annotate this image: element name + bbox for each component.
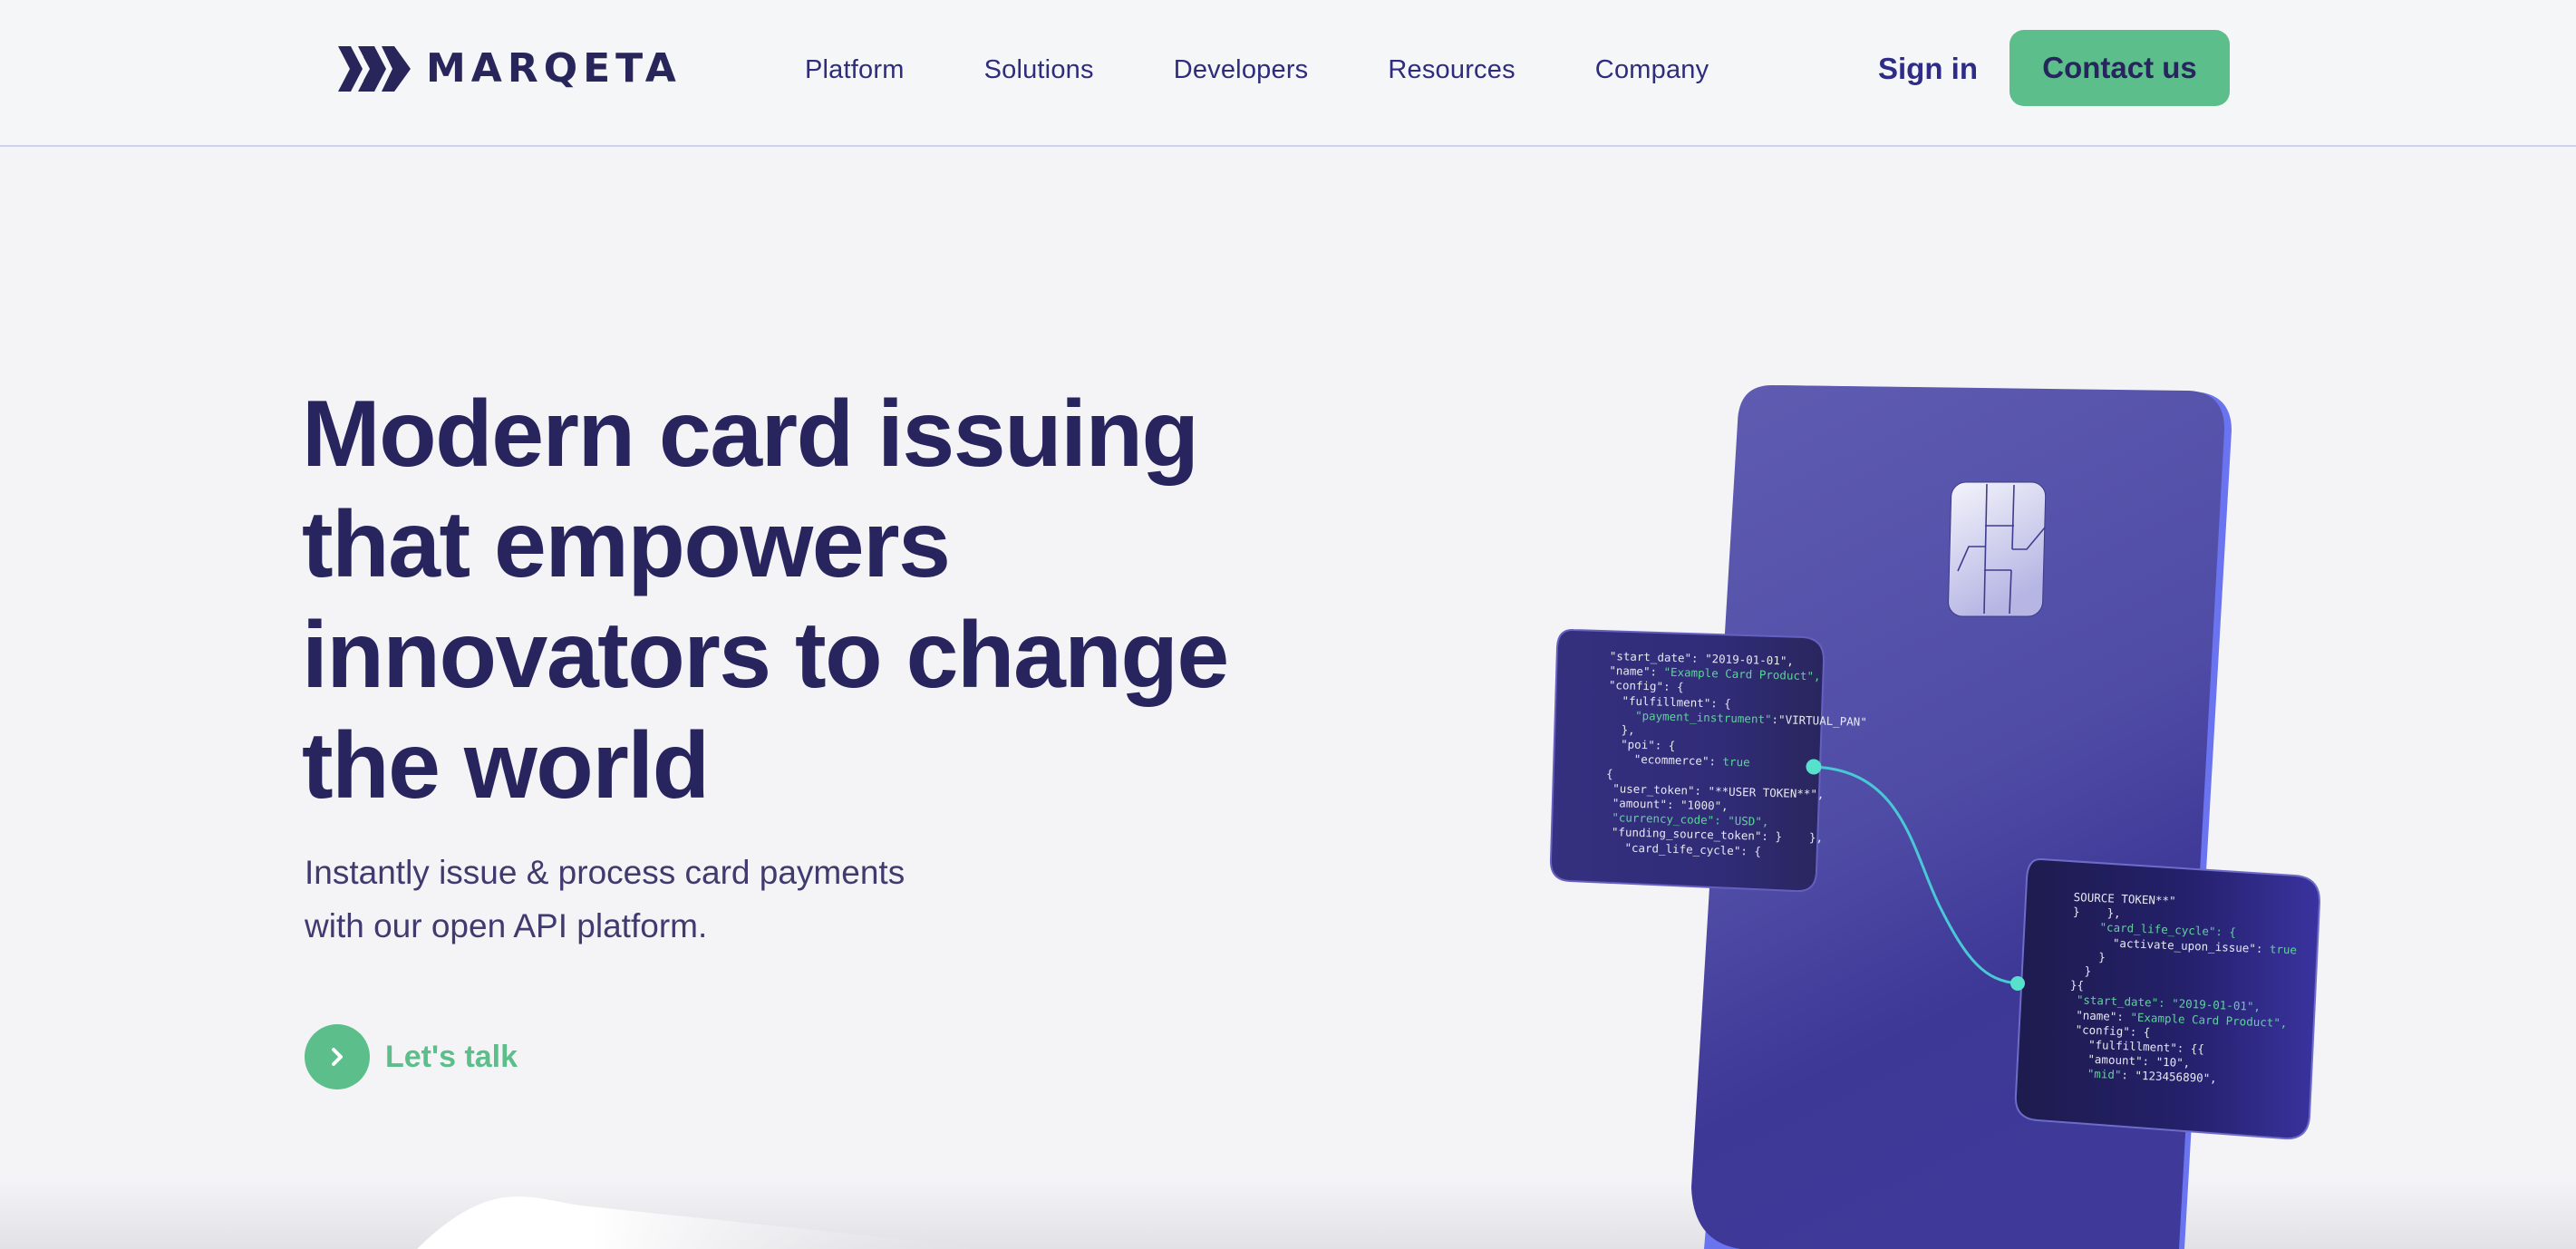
left-code-text: "start_date": "2019-01-01", "name": "Exam… <box>1604 649 1869 862</box>
site-header: MARQETA Platform Solutions Developers Re… <box>0 0 2576 147</box>
nav-platform[interactable]: Platform <box>805 50 905 90</box>
marqeta-logo[interactable]: MARQETA <box>338 45 682 92</box>
hero-subtitle: Instantly issue & process card payments … <box>305 846 993 953</box>
contact-us-button[interactable]: Contact us <box>2009 30 2230 106</box>
chevron-right-icon <box>332 1048 343 1066</box>
cta-label: Let's talk <box>385 1039 518 1074</box>
right-code-text: SOURCE TOKEN**"} }, "card_life_cycle": {… <box>2067 890 2299 1089</box>
bottom-shadow <box>0 1178 2576 1249</box>
chevrons-logo-icon <box>338 46 411 92</box>
sign-in-link[interactable]: Sign in <box>1878 47 1978 91</box>
connector-dot-end <box>2010 976 2025 991</box>
chip-icon <box>1948 481 2047 617</box>
nav-resources[interactable]: Resources <box>1388 50 1515 90</box>
nav-developers[interactable]: Developers <box>1174 50 1309 90</box>
hero-headline: Modern card issuing that empowers innova… <box>302 382 1229 818</box>
lets-talk-button[interactable]: Let's talk <box>305 1024 518 1089</box>
nav-solutions[interactable]: Solutions <box>984 50 1094 90</box>
hero-subtitle-line-1: Instantly issue & process card payments <box>305 854 905 891</box>
nav-company[interactable]: Company <box>1595 50 1709 90</box>
cta-circle <box>305 1024 370 1089</box>
main-nav: Platform Solutions Developers Resources … <box>805 50 1788 90</box>
logo-wordmark: MARQETA <box>426 45 682 92</box>
hero-subtitle-line-2: with our open API platform. <box>305 907 708 944</box>
